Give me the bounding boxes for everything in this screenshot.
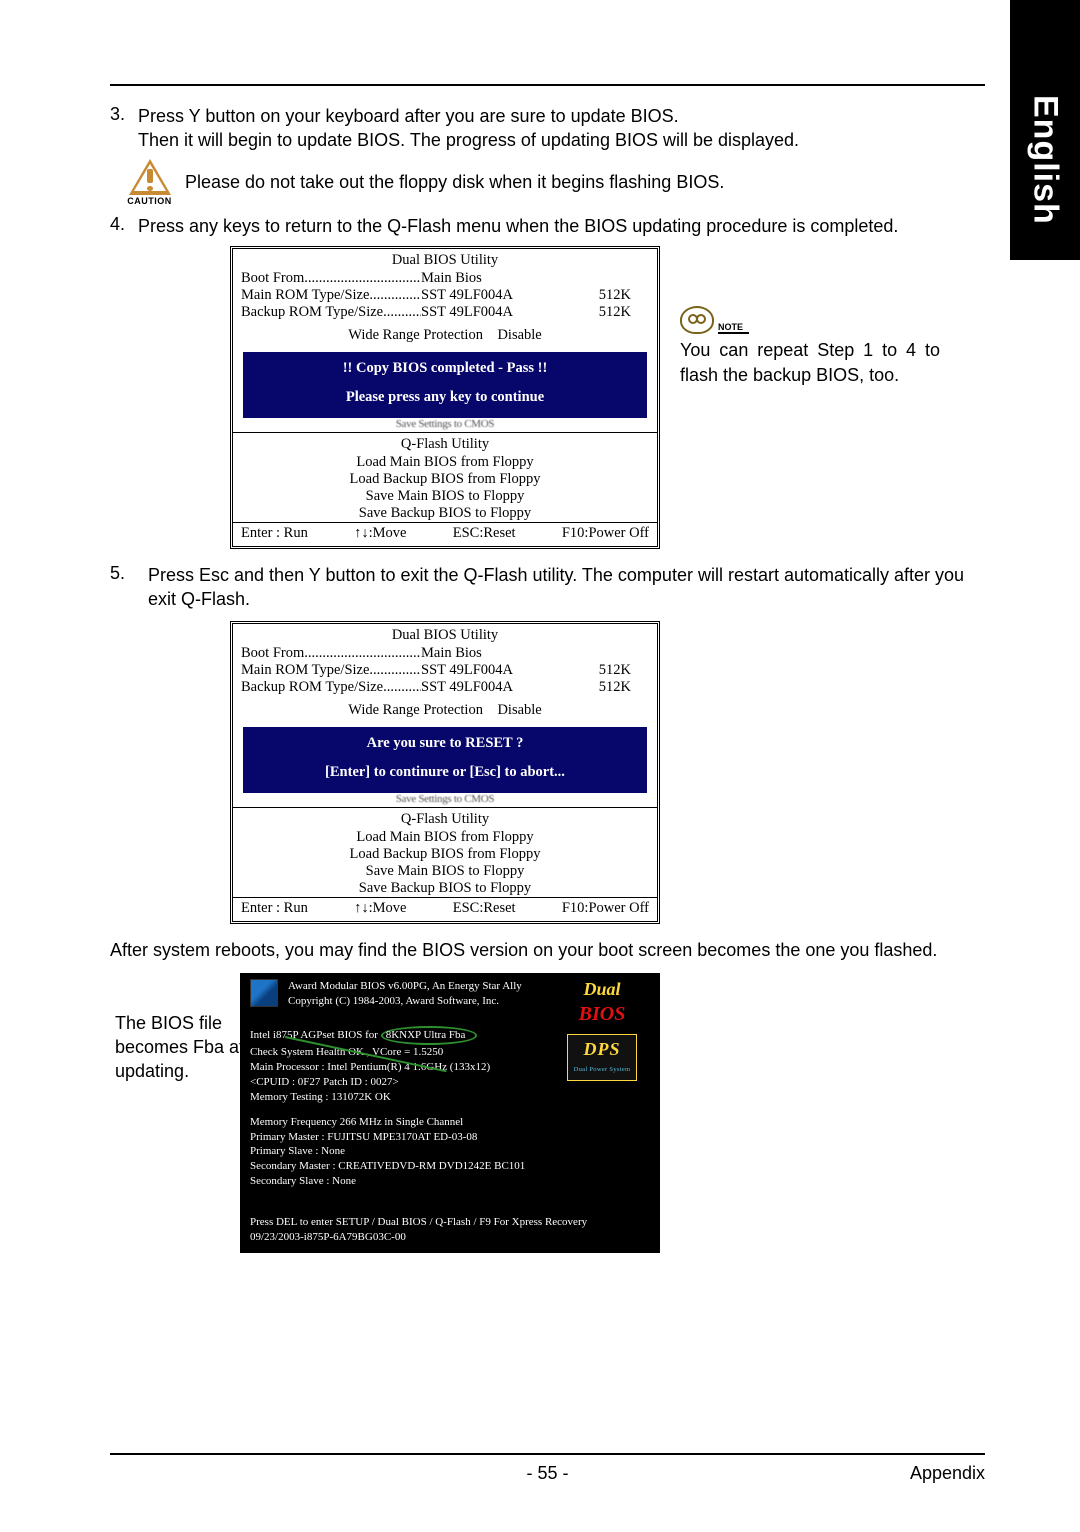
step-4: 4. Press any keys to return to the Q-Fla… bbox=[110, 214, 985, 238]
bios-title: Dual BIOS Utility bbox=[233, 249, 657, 270]
language-label: English bbox=[1026, 95, 1065, 225]
step-3: 3. Press Y button on your keyboard after… bbox=[110, 104, 985, 153]
wide-range: Wide Range Protection Disable bbox=[233, 321, 657, 348]
step-text: Press Esc and then Y button to exit the … bbox=[148, 563, 985, 612]
bios-highlight: !! Copy BIOS completed - Pass !! Please … bbox=[243, 352, 647, 418]
bios-footer: Enter : Run ↑↓:Move ESC:Reset F10:Power … bbox=[233, 522, 657, 546]
boot-screen: Award Modular BIOS v6.00PG, An Energy St… bbox=[240, 973, 660, 1253]
step-text: Press Y button on your keyboard after yo… bbox=[138, 104, 985, 153]
caution-block: CAUTION Please do not take out the flopp… bbox=[122, 159, 985, 206]
page-footer: - 55 - Appendix bbox=[110, 1453, 985, 1484]
page-number: - 55 - bbox=[526, 1463, 568, 1484]
caution-icon: CAUTION bbox=[122, 159, 177, 206]
note-column: NOTE You can repeat Step 1 to 4 to flash… bbox=[680, 246, 940, 388]
award-logo-icon bbox=[250, 979, 278, 1007]
bios-panel-2: Dual BIOS Utility Boot From.............… bbox=[230, 621, 660, 924]
boot-screen-wrap: The BIOS file becomes Fba after updating… bbox=[240, 973, 660, 1253]
top-rule bbox=[110, 84, 985, 86]
bios-panel-1-wrap: Dual BIOS Utility Boot From.............… bbox=[110, 246, 985, 549]
qflash-title: Q-Flash Utility bbox=[233, 433, 657, 454]
note-text: You can repeat Step 1 to 4 to flash the … bbox=[680, 338, 940, 388]
bios-highlight-2: Are you sure to RESET ? [Enter] to conti… bbox=[243, 727, 647, 793]
after-reboot-text: After system reboots, you may find the B… bbox=[110, 938, 985, 962]
step-number: 5. bbox=[110, 563, 148, 584]
caution-text: Please do not take out the floppy disk w… bbox=[185, 172, 724, 193]
step-number: 4. bbox=[110, 214, 138, 235]
qflash-list: Load Main BIOS from Floppy Load Backup B… bbox=[233, 454, 657, 522]
page-content: 3. Press Y button on your keyboard after… bbox=[110, 70, 985, 1472]
step-text: Press any keys to return to the Q-Flash … bbox=[138, 214, 985, 238]
dual-bios-badge: DualBIOS DPSDual Power System bbox=[552, 977, 652, 1081]
language-side-tab: English bbox=[1010, 0, 1080, 260]
note-face-icon bbox=[680, 306, 714, 334]
step-5: 5. Press Esc and then Y button to exit t… bbox=[110, 563, 985, 612]
circled-version: 8KNXP Ultra Fba bbox=[381, 1026, 478, 1045]
bios-panel-1: Dual BIOS Utility Boot From.............… bbox=[230, 246, 660, 549]
step-number: 3. bbox=[110, 104, 138, 125]
dps-badge: DPSDual Power System bbox=[567, 1034, 638, 1081]
section-name: Appendix bbox=[910, 1463, 985, 1484]
note-label: NOTE bbox=[718, 322, 749, 334]
